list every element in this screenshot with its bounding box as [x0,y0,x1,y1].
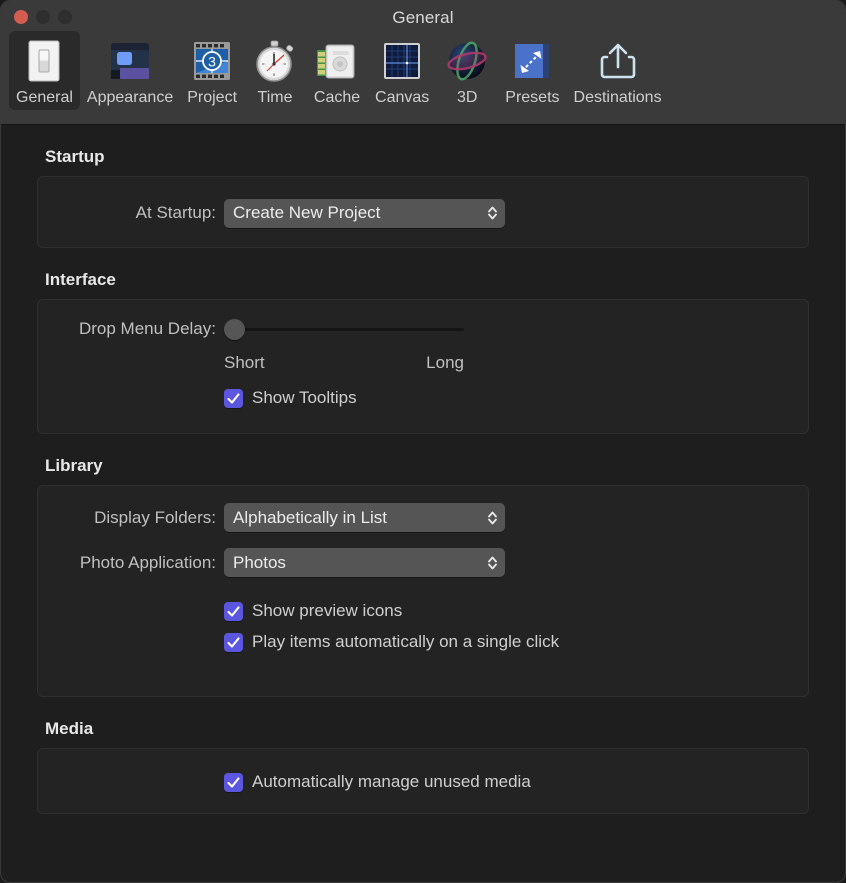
at-startup-label: At Startup: [38,203,224,223]
toolbar-label: General [16,90,73,106]
slider-scale-labels: Short Long [224,353,464,373]
section-title-startup: Startup [1,125,845,176]
toolbar-label: Presets [505,90,559,106]
display-folders-label: Display Folders: [38,508,224,528]
preferences-window: General General [0,0,846,883]
photo-application-label: Photo Application: [38,553,224,573]
auto-manage-checkbox[interactable]: Automatically manage unused media [224,772,531,792]
section-interface: Interface Drop Menu Delay: Short Long [1,248,845,434]
svg-text:3: 3 [208,54,216,70]
toolbar-item-canvas[interactable]: Canvas [368,31,436,110]
section-title-interface: Interface [1,248,845,299]
stopwatch-icon [251,37,299,85]
toolbar-item-time[interactable]: Time [244,31,306,110]
preferences-content: Startup At Startup: Create New Project [1,125,845,814]
at-startup-row: At Startup: Create New Project [38,177,808,249]
show-tooltips-label: Show Tooltips [252,388,357,408]
slider-max-label: Long [426,353,464,373]
window-title: General [1,8,845,28]
display-folders-row: Display Folders: Alphabetically in List [38,486,808,532]
titlebar: General General [1,1,845,125]
toolbar-label: Appearance [87,90,173,106]
toolbar-item-destinations[interactable]: Destinations [567,31,669,110]
toolbar-label: 3D [457,90,477,106]
display-folders-value: Alphabetically in List [233,508,387,528]
drop-menu-delay-label: Drop Menu Delay: [38,319,224,339]
play-items-row: Play items automatically on a single cli… [38,621,808,652]
at-startup-popup[interactable]: Create New Project [224,199,505,228]
show-preview-icons-label: Show preview icons [252,601,402,621]
photo-application-row: Photo Application: Photos [38,532,808,577]
chevron-up-down-icon [487,204,498,222]
toolbar-label: Time [258,90,293,106]
share-export-icon [594,37,642,85]
checkbox-checked-icon[interactable] [224,633,243,652]
show-preview-icons-row: Show preview icons [38,577,808,621]
slider-min-label: Short [224,353,265,373]
photo-application-value: Photos [233,553,286,573]
hard-drive-memory-icon [313,37,361,85]
checkbox-checked-icon[interactable] [224,773,243,792]
window-layout-icon [106,37,154,85]
toolbar-item-cache[interactable]: Cache [306,31,368,110]
interface-group: Drop Menu Delay: Short Long [37,299,809,434]
globe-rings-icon [443,37,491,85]
display-folders-popup[interactable]: Alphabetically in List [224,503,505,532]
section-title-library: Library [1,434,845,485]
drop-menu-delay-row: Drop Menu Delay: [38,300,808,340]
drop-menu-delay-slider[interactable] [224,318,464,340]
play-items-label: Play items automatically on a single cli… [252,632,559,652]
toolbar-label: Canvas [375,90,429,106]
toolbar-item-appearance[interactable]: Appearance [80,31,180,110]
slider-scale-row: Short Long [38,340,808,373]
show-preview-icons-checkbox[interactable]: Show preview icons [224,601,402,621]
section-title-media: Media [1,697,845,748]
auto-manage-row: Automatically manage unused media [38,749,808,815]
toolbar-item-3d[interactable]: 3D [436,31,498,110]
at-startup-value: Create New Project [233,203,380,223]
toolbar-label: Cache [314,90,360,106]
toolbar-item-general[interactable]: General [9,31,80,110]
slider-thumb[interactable] [224,319,245,340]
section-startup: Startup At Startup: Create New Project [1,125,845,248]
auto-manage-label: Automatically manage unused media [252,772,531,792]
library-group: Display Folders: Alphabetically in List … [37,485,809,697]
toolbar-label: Project [187,90,237,106]
chevron-up-down-icon [487,509,498,527]
checkbox-checked-icon[interactable] [224,389,243,408]
film-strip-countdown-icon: 3 [188,37,236,85]
toolbar-item-project[interactable]: 3 Project [180,31,244,110]
slider-track [232,328,464,331]
photo-application-popup[interactable]: Photos [224,548,505,577]
light-switch-icon [20,37,68,85]
preferences-toolbar: General Appearance [9,31,837,110]
chevron-up-down-icon [487,554,498,572]
startup-group: At Startup: Create New Project [37,176,809,248]
section-library: Library Display Folders: Alphabetically … [1,434,845,697]
grid-canvas-icon [378,37,426,85]
toolbar-item-presets[interactable]: Presets [498,31,566,110]
play-items-checkbox[interactable]: Play items automatically on a single cli… [224,632,559,652]
resize-arrows-icon [508,37,556,85]
show-tooltips-checkbox[interactable]: Show Tooltips [224,388,357,408]
section-media: Media Automatically manage unused media [1,697,845,814]
show-tooltips-row: Show Tooltips [38,373,808,408]
checkbox-checked-icon[interactable] [224,602,243,621]
media-group: Automatically manage unused media [37,748,809,814]
toolbar-label: Destinations [574,90,662,106]
